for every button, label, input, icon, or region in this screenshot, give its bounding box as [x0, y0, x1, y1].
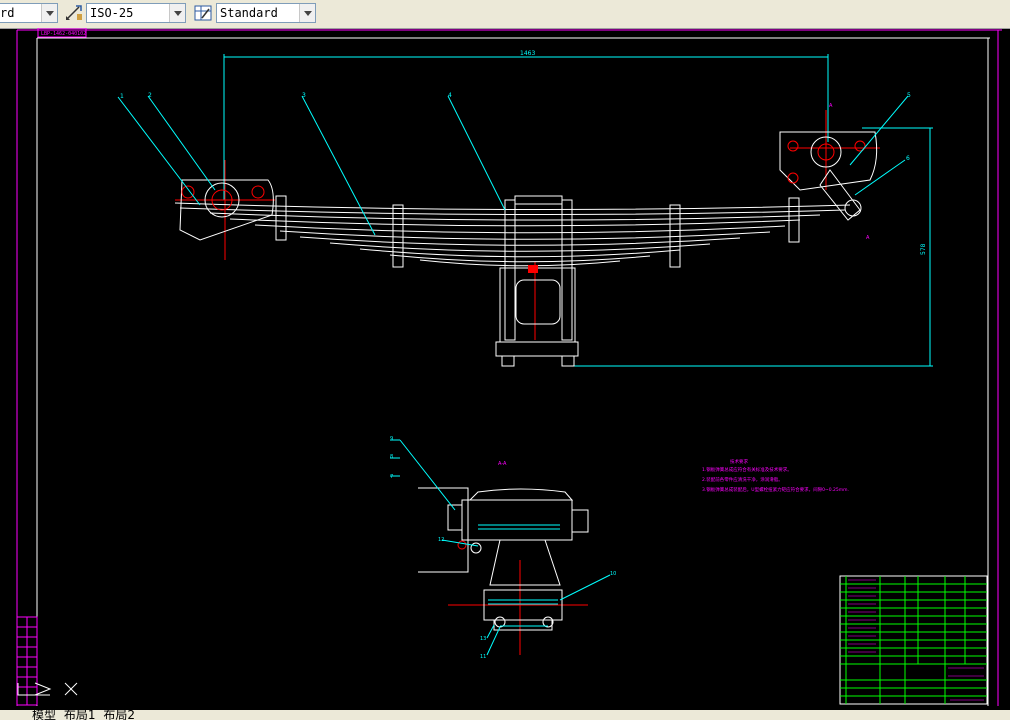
section-marker-2: A [866, 235, 870, 241]
tab-model[interactable]: 模型 [30, 710, 58, 720]
dimension-height: 578 [920, 243, 927, 255]
zone-grid [16, 616, 38, 706]
chevron-down-icon[interactable] [41, 4, 57, 22]
layout-tabs: 模型 布局1 布局2 [0, 710, 1010, 720]
section-part-12: 12 [438, 537, 444, 543]
title-block [839, 575, 988, 705]
note-1: 1.钢板弹簧总成应符合有关标准及技术要求。 [702, 466, 792, 473]
part-number-5: 5 [907, 92, 911, 99]
part-number-2: 2 [148, 92, 152, 99]
section-part-9: 9 [390, 436, 393, 442]
section-marker: A [829, 103, 833, 109]
section-part-8: 8 [390, 454, 393, 460]
part-number-4: 4 [448, 92, 452, 99]
section-part-11: 11 [480, 654, 486, 660]
chevron-down-icon[interactable] [299, 4, 315, 22]
styles-toolbar: rd ISO-25 Standard [0, 0, 1010, 29]
section-part-7: 7 [390, 474, 393, 480]
notes-heading: 技术要求 [730, 458, 748, 465]
tab-layout-1[interactable]: 布局1 [62, 710, 98, 720]
table-style-dropdown[interactable]: Standard [216, 3, 316, 23]
dimension-width: 1463 [520, 50, 535, 57]
section-leaders [390, 439, 611, 656]
section-part-10: 10 [610, 571, 616, 577]
dimension-style-dropdown[interactable]: ISO-25 [86, 3, 186, 23]
table-style-icon[interactable] [193, 4, 213, 22]
note-2: 2.装配前各零件应清洗干净，涂润滑脂。 [702, 476, 783, 483]
dimension-style-icon[interactable] [64, 4, 84, 22]
text-style-value: rd [0, 6, 15, 20]
note-3: 3.钢板弹簧总成装配后，U型螺栓扭紧力矩应符合要求，间隙0~0.25mm. [702, 486, 849, 493]
section-part-13: 13 [480, 636, 486, 642]
part-number-6: 6 [906, 155, 910, 162]
section-title: A-A [498, 461, 507, 467]
dimension-lines [223, 54, 933, 367]
centerlines [175, 110, 880, 655]
table-style-value: Standard [220, 6, 278, 20]
drawing-number-tag-text: LBP-1462-040102 [41, 31, 86, 37]
dimension-style-value: ISO-25 [90, 6, 134, 20]
part-number-1: 1 [120, 93, 124, 100]
section-view [418, 487, 589, 631]
chevron-down-icon[interactable] [169, 4, 185, 22]
drawing-canvas[interactable]: LBP-1462-040102 1463 578 1 2 3 4 5 6 A A… [0, 28, 1010, 710]
axle-seat [495, 195, 579, 367]
text-style-dropdown[interactable]: rd [0, 3, 58, 23]
part-number-3: 3 [302, 92, 306, 99]
tab-layout-2[interactable]: 布局2 [101, 710, 137, 720]
